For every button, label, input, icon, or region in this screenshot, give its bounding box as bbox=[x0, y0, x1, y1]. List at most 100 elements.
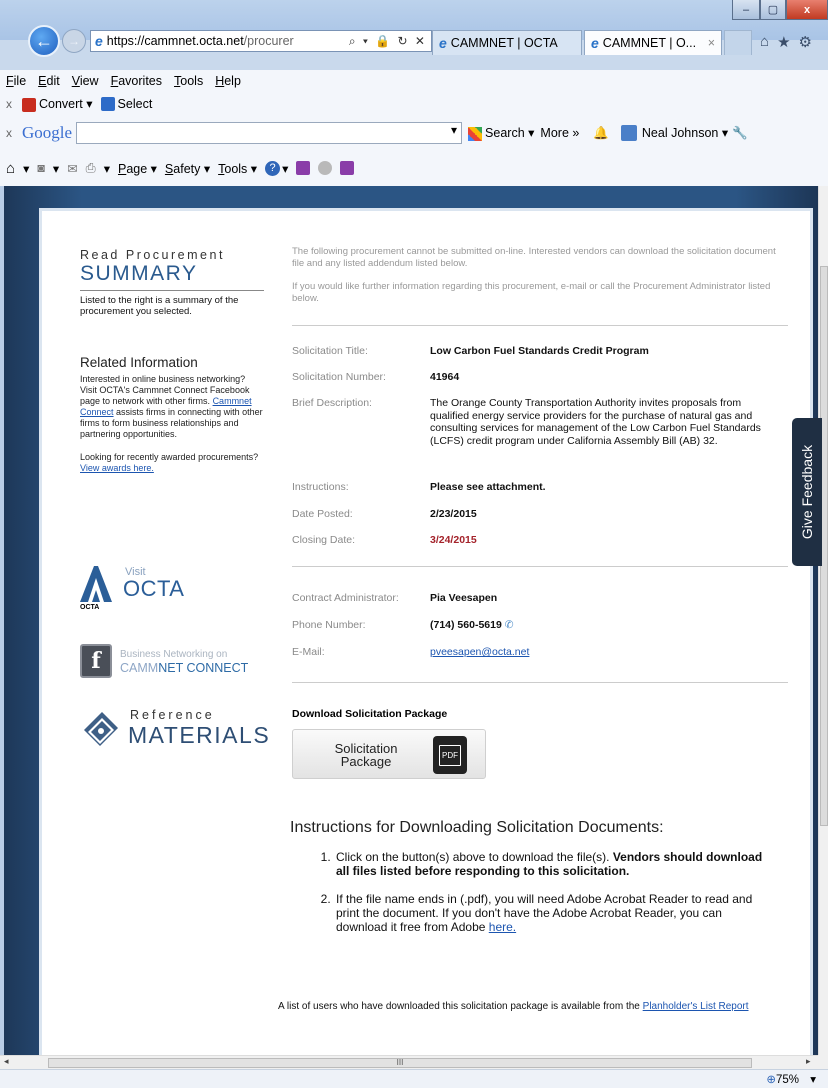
convert-toolbar: x Convert ▾ Select bbox=[0, 92, 828, 116]
scroll-right-icon[interactable]: ▸ bbox=[806, 1056, 811, 1067]
forward-button[interactable]: → bbox=[62, 29, 86, 53]
convert-button[interactable]: Convert ▾ bbox=[22, 96, 93, 112]
ie-page-icon: e bbox=[95, 33, 103, 49]
tab-cammnet-2[interactable]: e CAMMNET | O... × bbox=[584, 30, 722, 55]
close-toolbar-icon[interactable]: x bbox=[6, 126, 12, 140]
minimize-button[interactable]: – bbox=[732, 0, 760, 20]
menu-help[interactable]: Help bbox=[215, 74, 241, 88]
procurement-details: The following procurement cannot be subm… bbox=[278, 246, 788, 1046]
wrench-icon[interactable]: 🔧 bbox=[732, 126, 748, 141]
google-search-input[interactable]: ▾ bbox=[76, 122, 463, 144]
date-posted-value: 2/23/2015 bbox=[430, 508, 477, 520]
email-link[interactable]: pveesapen@octa.net bbox=[430, 646, 529, 658]
scroll-left-icon[interactable]: ◂ bbox=[4, 1056, 9, 1067]
forward-arrow-icon: → bbox=[68, 34, 80, 48]
tab-label: CAMMNET | OCTA bbox=[450, 36, 558, 50]
print-dropdown-icon[interactable]: ▾ bbox=[104, 161, 110, 176]
zoom-icon: ⊕ bbox=[766, 1074, 776, 1086]
help-icon[interactable]: ? bbox=[265, 160, 281, 176]
user-account-button[interactable]: Neal Johnson ▾ bbox=[620, 125, 728, 142]
business-networking-label: Business Networking on bbox=[120, 649, 228, 660]
status-bar: ⊕75% ▾ bbox=[0, 1069, 828, 1088]
convert-pdf-icon bbox=[22, 97, 36, 112]
home-icon[interactable]: ⌂ bbox=[760, 33, 769, 53]
phone-call-icon[interactable]: ✆ bbox=[505, 619, 514, 631]
help-dropdown-icon[interactable]: ▾ bbox=[282, 161, 288, 176]
tools-menu[interactable]: Tools ▾ bbox=[218, 161, 257, 176]
phone-value: (714) 560-5619 ✆ bbox=[430, 619, 770, 631]
divider bbox=[80, 290, 264, 291]
back-button[interactable]: ← bbox=[28, 25, 60, 57]
solicitation-package-button[interactable]: Solicitation Package PDF bbox=[292, 729, 486, 779]
horizontal-scroll-thumb[interactable]: III bbox=[48, 1058, 752, 1068]
address-tools[interactable]: ⌕ ▾ 🔒 ↻ ✕ bbox=[349, 34, 431, 49]
menu-edit[interactable]: Edit bbox=[38, 74, 60, 88]
favorites-star-icon[interactable]: ★ bbox=[777, 33, 790, 53]
url-host: https://cammnet.octa.net bbox=[106, 34, 244, 48]
instructions-list: Click on the button(s) above to download… bbox=[292, 850, 772, 934]
onenote-send-icon[interactable] bbox=[340, 161, 355, 175]
select-button[interactable]: Select bbox=[100, 97, 152, 112]
menu-file[interactable]: File bbox=[6, 74, 26, 88]
safety-menu[interactable]: Safety ▾ bbox=[165, 161, 210, 176]
print-icon[interactable]: ⎙ bbox=[86, 161, 96, 176]
ie-tab-icon: e bbox=[591, 35, 599, 51]
new-tab-button[interactable] bbox=[724, 30, 752, 55]
cammnet-part-a: CAMM bbox=[120, 661, 159, 675]
give-feedback-button[interactable]: Give Feedback bbox=[792, 418, 822, 566]
zoom-control[interactable]: ⊕75% ▾ bbox=[766, 1072, 816, 1086]
gear-addon-icon[interactable] bbox=[318, 161, 333, 175]
address-bar[interactable]: e https://cammnet.octa.net /procurer ⌕ ▾… bbox=[90, 30, 432, 52]
view-awards-link[interactable]: View awards here. bbox=[80, 463, 154, 473]
home-dropdown-icon[interactable]: ▾ bbox=[23, 161, 29, 176]
maximize-button[interactable]: ▢ bbox=[760, 0, 786, 20]
vertical-scrollbar[interactable] bbox=[818, 186, 828, 1055]
close-window-button[interactable]: x bbox=[786, 0, 828, 20]
intro-text-2: If you would like further information re… bbox=[292, 281, 771, 304]
back-arrow-icon: ← bbox=[35, 30, 53, 51]
gear-icon[interactable]: ⚙ bbox=[799, 33, 812, 53]
solicitation-package-label: Solicitation Package bbox=[334, 741, 398, 769]
cammnet-connect-logo[interactable]: f Business Networking on CAMMNET CONNECT bbox=[80, 644, 270, 684]
reference-materials-logo[interactable]: Reference MATERIALS bbox=[80, 708, 270, 758]
download-package-heading: Download Solicitation Package bbox=[292, 708, 448, 720]
field-label: Solicitation Number: bbox=[292, 371, 386, 383]
instruction-text: Click on the button(s) above to download… bbox=[336, 850, 613, 864]
google-search-label: Search bbox=[485, 126, 525, 141]
menu-tools[interactable]: Tools bbox=[174, 74, 203, 88]
field-label: Closing Date: bbox=[292, 534, 356, 546]
intro-text-1: The following procurement cannot be subm… bbox=[292, 246, 776, 269]
instruction-item: Click on the button(s) above to download… bbox=[334, 850, 772, 878]
mail-icon[interactable]: ✉ bbox=[67, 161, 77, 176]
field-label: Date Posted: bbox=[292, 508, 353, 520]
octa-wordmark: OCTA bbox=[123, 576, 185, 601]
contract-admin-value: Pia Veesapen bbox=[430, 592, 498, 604]
materials-label: MATERIALS bbox=[128, 722, 271, 748]
planholder-list-link[interactable]: Planholder's List Report bbox=[643, 1001, 749, 1012]
content-panel: Read Procurement SUMMARY Listed to the r… bbox=[42, 211, 810, 1055]
bell-icon[interactable]: 🔔 bbox=[593, 126, 609, 141]
close-toolbar-icon[interactable]: x bbox=[6, 97, 12, 111]
adobe-download-link[interactable]: here. bbox=[489, 920, 516, 934]
home-icon[interactable]: ⌂ bbox=[6, 160, 15, 177]
google-dropdown-icon[interactable]: ▾ bbox=[451, 123, 457, 137]
visit-octa-logo[interactable]: Visit OCTA OCTA bbox=[80, 564, 200, 614]
field-label: E-Mail: bbox=[292, 646, 325, 658]
related-info-text: Interested in online business networking… bbox=[80, 374, 264, 440]
feeds-icon[interactable]: ◙ bbox=[37, 161, 45, 175]
octa-a-icon bbox=[80, 566, 112, 602]
awards-block: Looking for recently awarded procurement… bbox=[80, 452, 264, 474]
field-label: Phone Number: bbox=[292, 619, 366, 631]
page-menu[interactable]: Page ▾ bbox=[118, 161, 157, 176]
feeds-dropdown-icon[interactable]: ▾ bbox=[53, 161, 59, 176]
tab-close-icon[interactable]: × bbox=[708, 36, 721, 50]
menu-favorites[interactable]: Favorites bbox=[111, 74, 162, 88]
onenote-icon[interactable] bbox=[296, 161, 311, 175]
more-button[interactable]: More » bbox=[540, 126, 579, 140]
google-search-button[interactable]: Search ▾ bbox=[468, 125, 534, 141]
menu-view[interactable]: View bbox=[72, 74, 99, 88]
user-name: Neal Johnson bbox=[641, 125, 719, 140]
tab-cammnet-1[interactable]: e CAMMNET | OCTA bbox=[432, 30, 582, 55]
horizontal-scrollbar[interactable]: ◂ III ▸ bbox=[0, 1055, 818, 1069]
scroll-corner bbox=[818, 1055, 828, 1069]
